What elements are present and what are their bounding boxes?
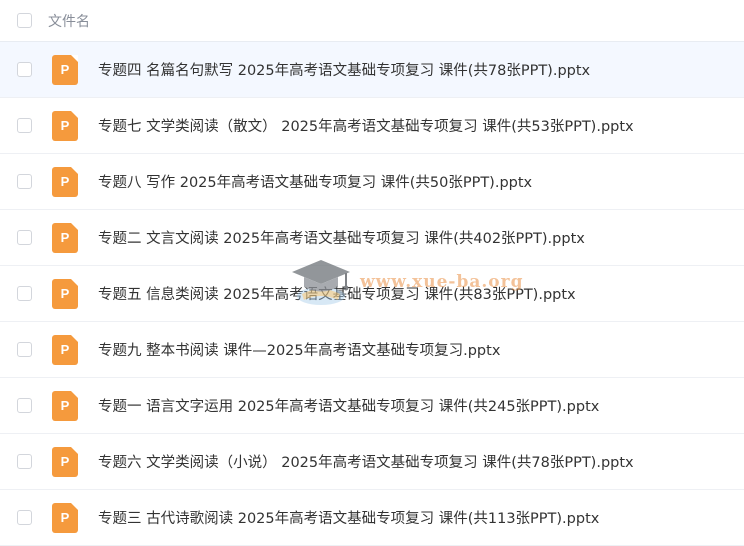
file-row[interactable]: P 专题七 文学类阅读（散文） 2025年高考语文基础专项复习 课件(共53张PP… bbox=[0, 98, 744, 154]
ppt-icon-letter: P bbox=[60, 229, 70, 245]
file-name[interactable]: 专题一 语言文字运用 2025年高考语文基础专项复习 课件(共245张PPT).… bbox=[98, 395, 599, 416]
file-row[interactable]: P 专题四 名篇名句默写 2025年高考语文基础专项复习 课件(共78张PPT).… bbox=[0, 42, 744, 98]
ppt-file-icon: P bbox=[52, 390, 78, 421]
file-list-header: 文件名 bbox=[0, 0, 744, 42]
file-row[interactable]: P 专题九 整本书阅读 课件—2025年高考语文基础专项复习.pptx bbox=[0, 322, 744, 378]
file-list: P 专题四 名篇名句默写 2025年高考语文基础专项复习 课件(共78张PPT).… bbox=[0, 42, 744, 546]
row-checkbox[interactable] bbox=[17, 454, 32, 469]
file-name[interactable]: 专题五 信息类阅读 2025年高考语文基础专项复习 课件(共83张PPT).pp… bbox=[98, 283, 576, 304]
ppt-file-icon: P bbox=[52, 502, 78, 533]
ppt-file-icon: P bbox=[52, 110, 78, 141]
file-row[interactable]: P 专题一 语言文字运用 2025年高考语文基础专项复习 课件(共245张PPT)… bbox=[0, 378, 744, 434]
ppt-file-icon: P bbox=[52, 222, 78, 253]
ppt-file-icon: P bbox=[52, 166, 78, 197]
ppt-file-icon: P bbox=[52, 278, 78, 309]
file-name[interactable]: 专题八 写作 2025年高考语文基础专项复习 课件(共50张PPT).pptx bbox=[98, 171, 532, 192]
row-checkbox[interactable] bbox=[17, 62, 32, 77]
ppt-file-icon: P bbox=[52, 334, 78, 365]
row-checkbox[interactable] bbox=[17, 286, 32, 301]
ppt-icon-letter: P bbox=[60, 117, 70, 133]
row-checkbox[interactable] bbox=[17, 174, 32, 189]
file-row[interactable]: P 专题三 古代诗歌阅读 2025年高考语文基础专项复习 课件(共113张PPT)… bbox=[0, 490, 744, 546]
ppt-icon-letter: P bbox=[60, 453, 70, 469]
ppt-icon-letter: P bbox=[60, 397, 70, 413]
ppt-icon-letter: P bbox=[60, 341, 70, 357]
file-name[interactable]: 专题九 整本书阅读 课件—2025年高考语文基础专项复习.pptx bbox=[98, 339, 500, 360]
file-name[interactable]: 专题二 文言文阅读 2025年高考语文基础专项复习 课件(共402张PPT).p… bbox=[98, 227, 585, 248]
ppt-file-icon: P bbox=[52, 54, 78, 85]
row-checkbox[interactable] bbox=[17, 398, 32, 413]
row-checkbox[interactable] bbox=[17, 342, 32, 357]
file-name[interactable]: 专题三 古代诗歌阅读 2025年高考语文基础专项复习 课件(共113张PPT).… bbox=[98, 507, 599, 528]
row-checkbox[interactable] bbox=[17, 230, 32, 245]
file-row[interactable]: P 专题八 写作 2025年高考语文基础专项复习 课件(共50张PPT).pptx bbox=[0, 154, 744, 210]
ppt-icon-letter: P bbox=[60, 61, 70, 77]
row-checkbox[interactable] bbox=[17, 510, 32, 525]
file-row[interactable]: P 专题五 信息类阅读 2025年高考语文基础专项复习 课件(共83张PPT).p… bbox=[0, 266, 744, 322]
ppt-icon-letter: P bbox=[60, 173, 70, 189]
ppt-icon-letter: P bbox=[60, 285, 70, 301]
column-header-filename[interactable]: 文件名 bbox=[48, 11, 90, 31]
file-name[interactable]: 专题四 名篇名句默写 2025年高考语文基础专项复习 课件(共78张PPT).p… bbox=[98, 59, 590, 80]
file-name[interactable]: 专题七 文学类阅读（散文） 2025年高考语文基础专项复习 课件(共53张PPT… bbox=[98, 115, 634, 136]
ppt-icon-letter: P bbox=[60, 509, 70, 525]
select-all-checkbox[interactable] bbox=[17, 13, 32, 28]
row-checkbox[interactable] bbox=[17, 118, 32, 133]
file-row[interactable]: P 专题二 文言文阅读 2025年高考语文基础专项复习 课件(共402张PPT).… bbox=[0, 210, 744, 266]
ppt-file-icon: P bbox=[52, 446, 78, 477]
file-row[interactable]: P 专题六 文学类阅读（小说） 2025年高考语文基础专项复习 课件(共78张PP… bbox=[0, 434, 744, 490]
file-name[interactable]: 专题六 文学类阅读（小说） 2025年高考语文基础专项复习 课件(共78张PPT… bbox=[98, 451, 634, 472]
